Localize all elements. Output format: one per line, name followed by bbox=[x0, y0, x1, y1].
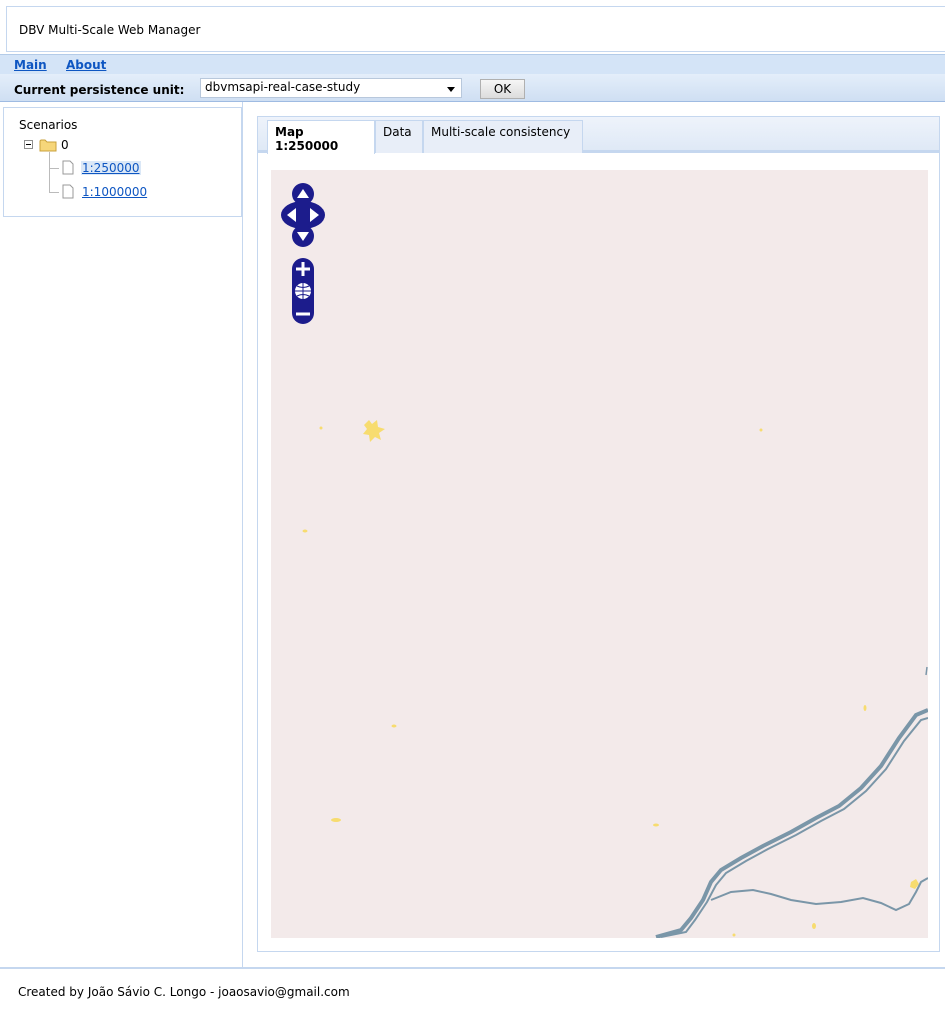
urban-area bbox=[363, 420, 385, 442]
tab-bar: Map 1:250000 Data Multi-scale consistenc… bbox=[258, 117, 939, 154]
persistence-unit-bar: Current persistence unit: dbvmsapi-real-… bbox=[0, 74, 945, 102]
urban-area bbox=[732, 933, 736, 937]
persistence-unit-label: Current persistence unit: bbox=[14, 83, 185, 97]
tree-line bbox=[49, 192, 59, 193]
tab-map[interactable]: Map 1:250000 bbox=[267, 120, 375, 154]
collapse-toggle-icon[interactable] bbox=[24, 140, 33, 149]
urban-area bbox=[812, 923, 816, 929]
map-view[interactable] bbox=[271, 170, 928, 938]
persistence-unit-select[interactable]: dbvmsapi-real-case-study bbox=[200, 78, 462, 98]
river bbox=[655, 708, 928, 938]
footer-credit: Created by João Sávio C. Longo - joaosav… bbox=[18, 985, 350, 999]
app-title: DBV Multi-Scale Web Manager bbox=[19, 23, 201, 37]
urban-area bbox=[759, 428, 763, 432]
tree-root-label: Scenarios bbox=[19, 118, 78, 132]
urban-areas bbox=[302, 420, 919, 937]
urban-area bbox=[863, 705, 867, 711]
river bbox=[710, 877, 928, 912]
river bbox=[925, 666, 928, 676]
scenario-link-250000[interactable]: 1:250000 bbox=[81, 161, 141, 175]
urban-area bbox=[319, 426, 323, 430]
ok-button[interactable]: OK bbox=[480, 79, 525, 99]
urban-area bbox=[331, 818, 341, 822]
tab-multiscale-consistency[interactable]: Multi-scale consistency bbox=[423, 120, 583, 153]
menu-main-link[interactable]: Main bbox=[14, 58, 47, 72]
scenario-link-1000000[interactable]: 1:1000000 bbox=[82, 185, 147, 199]
menu-bar: Main About bbox=[0, 54, 945, 74]
map-navigation-controls bbox=[281, 183, 325, 324]
tree-line bbox=[49, 168, 59, 169]
document-icon bbox=[62, 160, 74, 175]
folder-label[interactable]: 0 bbox=[61, 138, 69, 152]
chevron-down-icon[interactable] bbox=[447, 87, 455, 92]
scenarios-tree-panel: Scenarios 0 1:250000 1:1000000 bbox=[3, 107, 242, 217]
app-header: DBV Multi-Scale Web Manager bbox=[6, 6, 945, 52]
pan-control[interactable] bbox=[281, 183, 325, 247]
tree-line bbox=[49, 152, 50, 192]
document-icon bbox=[62, 184, 74, 199]
zoom-control[interactable] bbox=[292, 258, 314, 324]
tab-data[interactable]: Data bbox=[375, 120, 423, 153]
folder-icon bbox=[39, 139, 57, 152]
menu-about-link[interactable]: About bbox=[66, 58, 106, 72]
urban-area bbox=[302, 529, 308, 533]
urban-area bbox=[653, 823, 659, 827]
persistence-unit-value: dbvmsapi-real-case-study bbox=[205, 80, 361, 94]
map-features bbox=[302, 420, 928, 938]
footer: Created by João Sávio C. Longo - joaosav… bbox=[0, 967, 945, 1009]
rivers bbox=[655, 666, 928, 938]
urban-area bbox=[391, 724, 397, 728]
